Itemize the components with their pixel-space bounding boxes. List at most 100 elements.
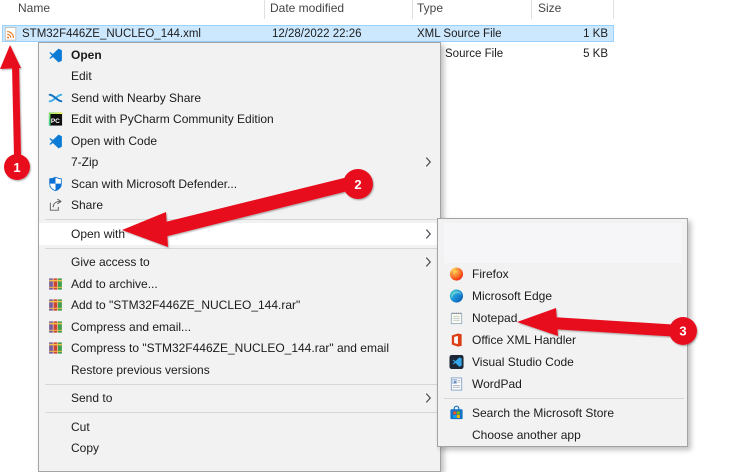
menu-item-label: Compress and email... — [71, 319, 192, 334]
file-name: STM32F446ZE_NUCLEO_144.xml — [22, 28, 201, 40]
menu-item-copy[interactable]: Copy — [39, 438, 440, 460]
menu-separator — [438, 395, 687, 402]
menu-item-cut[interactable]: Cut — [39, 416, 440, 438]
column-header-date-modified[interactable]: Date modified — [270, 1, 344, 15]
column-divider[interactable] — [613, 0, 614, 19]
partial-row-type: Source File — [445, 48, 504, 60]
menu-item-scan-with-microsoft-defender[interactable]: Scan with Microsoft Defender... — [39, 173, 440, 195]
menu-item-label: WordPad — [472, 377, 522, 391]
menu-item-wordpad[interactable]: A WordPad — [438, 373, 687, 395]
screenshot-root: { "explorer": { "columns": ["Name", "Dat… — [0, 0, 750, 472]
column-header-size[interactable]: Size — [538, 1, 561, 15]
menu-item-label: Edit — [71, 69, 92, 84]
menu-item-label: Choose another app — [472, 428, 581, 442]
menu-separator — [39, 216, 440, 223]
menu-item-choose-another-app[interactable]: Choose another app — [438, 424, 687, 446]
partial-row-size: 5 KB — [583, 48, 608, 60]
chevron-right-icon — [425, 393, 432, 404]
menu-item-share[interactable]: Share — [39, 195, 440, 217]
defender-icon — [48, 176, 63, 191]
file-date: 12/28/2022 22:26 — [272, 28, 362, 40]
menu-item-label: Cut — [71, 419, 90, 434]
column-header-name[interactable]: Name — [18, 1, 50, 15]
menu-item-compress-and-email[interactable]: Compress and email... — [39, 316, 440, 338]
svg-text:A: A — [454, 379, 457, 384]
share-icon — [48, 198, 63, 213]
menu-item-label: Microsoft Edge — [472, 289, 553, 303]
menu-item-restore-previous-versions[interactable]: Restore previous versions — [39, 359, 440, 381]
xml-file-icon — [4, 27, 18, 41]
winrar-icon — [48, 298, 63, 313]
annotation-step-number: 1 — [13, 160, 20, 175]
menu-item-label: Send with Nearby Share — [71, 90, 202, 105]
menu-item-open-with-code[interactable]: Open with Code — [39, 130, 440, 152]
chevron-right-icon — [425, 228, 432, 239]
file-type: XML Source File — [417, 28, 502, 40]
wordpad-icon: A — [449, 377, 464, 392]
menu-item-label: Give access to — [71, 255, 150, 270]
menu-item-search-the-microsoft-store[interactable]: Search the Microsoft Store — [438, 402, 687, 424]
file-size: 1 KB — [583, 28, 608, 40]
svg-text:PC: PC — [51, 118, 60, 125]
notepad-icon — [449, 311, 464, 326]
pycharm-icon: PC — [48, 112, 63, 127]
menu-item-send-with-nearby-share[interactable]: Send with Nearby Share — [39, 87, 440, 109]
menu-item-label: Open — [71, 47, 102, 62]
edge-icon — [449, 289, 464, 304]
menu-item-notepad[interactable]: Notepad — [438, 307, 687, 329]
column-header-type[interactable]: Type — [417, 1, 443, 15]
menu-item-label: Scan with Microsoft Defender... — [71, 176, 238, 191]
menu-item-label: Compress to "STM32F446ZE_NUCLEO_144.rar"… — [71, 341, 389, 356]
vscode-icon — [48, 47, 63, 63]
menu-item-label: Restore previous versions — [71, 362, 210, 377]
menu-item-label: Notepad — [472, 311, 518, 325]
menu-item-send-to[interactable]: Send to — [39, 388, 440, 410]
vscode-icon — [48, 133, 63, 149]
menu-item-label: Edit with PyCharm Community Edition — [71, 112, 274, 127]
menu-item-label: Add to "STM32F446ZE_NUCLEO_144.rar" — [71, 298, 301, 313]
office-icon — [449, 333, 464, 348]
menu-item-compress-to-stm32f446ze-nucleo-144-rar-and-email[interactable]: Compress to "STM32F446ZE_NUCLEO_144.rar"… — [39, 338, 440, 360]
menu-item-7-zip[interactable]: 7-Zip — [39, 152, 440, 174]
menu-item-add-to-stm32f446ze-nucleo-144-rar[interactable]: Add to "STM32F446ZE_NUCLEO_144.rar" — [39, 295, 440, 317]
chevron-right-icon — [425, 257, 432, 268]
column-divider[interactable] — [264, 0, 265, 19]
nearby-share-icon — [48, 90, 63, 105]
menu-item-add-to-archive[interactable]: Add to archive... — [39, 273, 440, 295]
menu-item-open-with[interactable]: Open with — [39, 223, 440, 245]
open-with-submenu: Firefox Microsoft Edge Notepad Office XML H… — [437, 218, 688, 447]
menu-item-open[interactable]: Open — [39, 44, 440, 66]
annotation-arrow-1 — [0, 45, 21, 157]
annotation-step-circle-1 — [4, 154, 30, 180]
menu-item-label: Open with — [71, 226, 126, 241]
menu-item-office-xml-handler[interactable]: Office XML Handler — [438, 329, 687, 351]
menu-item-label: Visual Studio Code — [472, 355, 574, 369]
menu-item-give-access-to[interactable]: Give access to — [39, 252, 440, 274]
menu-item-label: Firefox — [472, 267, 509, 281]
menu-item-label: Open with Code — [71, 133, 158, 148]
column-divider[interactable] — [412, 0, 413, 19]
firefox-icon — [449, 267, 464, 282]
winrar-icon — [48, 319, 63, 334]
winrar-icon — [48, 276, 63, 291]
submenu-blank-area — [444, 223, 682, 263]
menu-item-label: Copy — [71, 441, 100, 456]
menu-item-label: Office XML Handler — [472, 333, 577, 347]
chevron-right-icon — [425, 157, 432, 168]
menu-item-firefox[interactable]: Firefox — [438, 263, 687, 285]
column-divider[interactable] — [531, 0, 532, 19]
menu-separator — [39, 409, 440, 416]
context-menu: Open Edit Send with Nearby Share PC Edit wit… — [38, 42, 441, 472]
menu-item-label: 7-Zip — [71, 155, 99, 170]
menu-separator — [39, 381, 440, 388]
menu-item-visual-studio-code[interactable]: Visual Studio Code — [438, 351, 687, 373]
winrar-icon — [48, 341, 63, 356]
menu-item-label: Share — [71, 198, 104, 213]
menu-item-label: Send to — [71, 391, 113, 406]
menu-item-microsoft-edge[interactable]: Microsoft Edge — [438, 285, 687, 307]
store-icon — [449, 405, 464, 421]
menu-item-label: Search the Microsoft Store — [472, 406, 615, 420]
menu-item-label: Add to archive... — [71, 276, 158, 291]
menu-item-edit-with-pycharm-community-edition[interactable]: PC Edit with PyCharm Community Edition — [39, 109, 440, 131]
menu-item-edit[interactable]: Edit — [39, 66, 440, 88]
